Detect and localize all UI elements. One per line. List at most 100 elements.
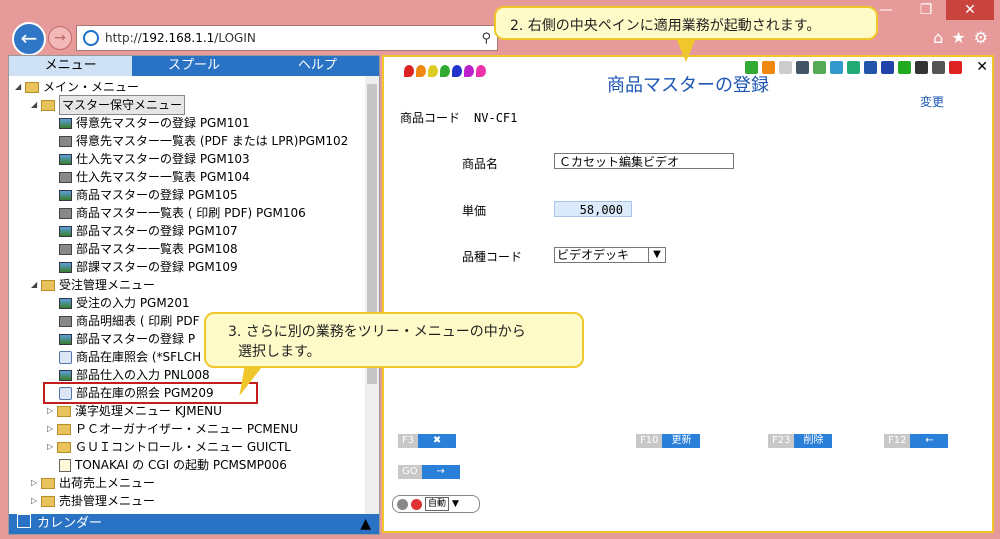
product-code: 商品コード NV-CF1 bbox=[400, 109, 517, 126]
address-bar[interactable]: http://192.168.1.1/LOGIN ⚲ bbox=[76, 25, 498, 51]
search-icon[interactable]: ⚲ bbox=[481, 31, 491, 46]
tree-item[interactable]: 部品マスターの登録 PGM107 bbox=[59, 222, 238, 240]
favorites-icon[interactable]: ★ bbox=[951, 28, 965, 47]
chevron-down-icon[interactable]: ▼ bbox=[452, 499, 459, 509]
tab-spool[interactable]: スプール bbox=[132, 56, 255, 76]
tree-item[interactable]: ▷ ＧＵＩコントロール・メニュー GUICTL bbox=[47, 438, 291, 456]
expand-up-icon[interactable]: ▲ bbox=[360, 514, 371, 534]
tree-item[interactable]: 商品明細表 ( 印刷 PDF bbox=[59, 312, 200, 330]
scrollbar[interactable] bbox=[365, 76, 379, 514]
browser-toolbar-icons: ⌂ ★ ⚙ bbox=[933, 28, 988, 47]
program-icon bbox=[59, 189, 72, 201]
minus-circle-icon[interactable] bbox=[397, 498, 408, 510]
address-prefix: http:// bbox=[105, 31, 142, 45]
auto-control: 自動 ▼ bbox=[392, 495, 480, 513]
f3-button[interactable]: F3 ✖ bbox=[398, 434, 457, 448]
tree-item[interactable]: TONAKAI の CGI の起動 PCMSMP006 bbox=[59, 456, 287, 474]
tab-bar: メニュー スプール ヘルプ bbox=[9, 56, 379, 76]
tree-item[interactable]: ▷ 売掛管理メニュー bbox=[31, 492, 155, 510]
program-icon bbox=[59, 261, 72, 273]
mode-label: 変更 bbox=[919, 95, 944, 109]
tab-menu[interactable]: メニュー bbox=[9, 56, 133, 76]
callout-step2-text: 2. 右側の中央ペインに適用業務が起動されます。 bbox=[510, 18, 821, 34]
expand-arrow-icon[interactable]: ▷ bbox=[47, 420, 57, 438]
folder-icon bbox=[41, 279, 55, 291]
printer-icon bbox=[59, 171, 72, 183]
tree-item[interactable]: 仕入先マスターの登録 PGM103 bbox=[59, 150, 250, 168]
back-button[interactable]: ← bbox=[12, 22, 46, 56]
tab-help[interactable]: ヘルプ bbox=[256, 56, 379, 76]
tree-item[interactable]: 受注の入力 PGM201 bbox=[59, 294, 190, 312]
tree-item[interactable]: 得意先マスターの登録 PGM101 bbox=[59, 114, 250, 132]
expand-arrow-icon[interactable]: ▷ bbox=[47, 438, 57, 456]
callout-step3-line1: 3. さらに別の業務をツリー・メニューの中から bbox=[228, 324, 526, 340]
address-host: 192.168.1.1 bbox=[141, 31, 215, 45]
expand-arrow-icon[interactable]: ▷ bbox=[47, 402, 57, 420]
folder-icon bbox=[57, 405, 71, 417]
printer-icon bbox=[59, 135, 72, 147]
tree-item[interactable]: 部課マスターの登録 PGM109 bbox=[59, 258, 238, 276]
auto-select[interactable]: 自動 bbox=[425, 497, 450, 511]
ie-icon bbox=[83, 30, 99, 46]
tree-item[interactable]: ◢ メイン・メニュー bbox=[15, 78, 139, 96]
left-pane: メニュー スプール ヘルプ ◢ メイン・メニュー ◢ マスター保守メニュー 得意先マ… bbox=[8, 55, 380, 535]
f23-button[interactable]: F23 削除 bbox=[768, 434, 833, 448]
query-icon bbox=[59, 350, 72, 364]
chevron-down-icon[interactable]: ▼ bbox=[648, 248, 665, 262]
tree-item[interactable]: ▷ 出荷売上メニュー bbox=[31, 474, 155, 492]
tree-item[interactable]: 部品マスター一覧表 PGM108 bbox=[59, 240, 238, 258]
collapse-arrow-icon[interactable]: ◢ bbox=[15, 78, 25, 96]
tree-item[interactable]: ◢ マスター保守メニュー bbox=[31, 95, 186, 115]
restore-button[interactable]: ❐ bbox=[906, 0, 946, 20]
name-label: 商品名 bbox=[462, 157, 499, 171]
program-icon bbox=[59, 333, 72, 345]
tree-item[interactable]: 商品マスターの登録 PGM105 bbox=[59, 186, 238, 204]
f10-button[interactable]: F10 更新 bbox=[636, 434, 701, 448]
expand-arrow-icon[interactable]: ▷ bbox=[31, 492, 41, 510]
product-code-label: 商品コード bbox=[400, 111, 461, 125]
expand-arrow-icon[interactable]: ▷ bbox=[31, 474, 41, 492]
home-icon[interactable]: ⌂ bbox=[933, 28, 943, 47]
callout-step3: 3. さらに別の業務をツリー・メニューの中から 選択します。 bbox=[204, 312, 584, 396]
tree-item[interactable]: ◢ 受注管理メニュー bbox=[31, 276, 155, 294]
tree-item[interactable]: ▷ 漢字処理メニュー KJMENU bbox=[47, 402, 222, 420]
callout-step2: 2. 右側の中央ペインに適用業務が起動されます。 bbox=[494, 6, 878, 62]
close-x-icon: ✖ bbox=[418, 434, 457, 448]
kind-code-select[interactable]: ビデオデッキ ▼ bbox=[554, 247, 666, 263]
tree-item[interactable]: ▷ ＰＣオーガナイザー・メニュー PCMENU bbox=[47, 420, 298, 438]
product-name-field[interactable]: Ｃカセット編集ビデオ bbox=[554, 153, 734, 169]
folder-icon bbox=[57, 423, 71, 435]
kind-code-value: ビデオデッキ bbox=[557, 248, 630, 262]
calendar-bar[interactable]: カレンダー ▲ bbox=[9, 514, 379, 534]
tree-item[interactable]: 得意先マスター一覧表 (PDF または LPR)PGM102 bbox=[59, 132, 348, 150]
product-code-value: NV-CF1 bbox=[474, 111, 518, 125]
address-path: /LOGIN bbox=[214, 31, 256, 45]
folder-icon bbox=[25, 81, 39, 93]
gear-icon[interactable]: ⚙ bbox=[974, 28, 988, 47]
forward-button[interactable]: → bbox=[48, 26, 72, 50]
selection-highlight bbox=[43, 382, 258, 404]
kind-code-label: 品種コード bbox=[462, 250, 523, 264]
back-arrow-icon: ← bbox=[910, 434, 949, 448]
tree-item[interactable]: 商品マスター一覧表 ( 印刷 PDF) PGM106 bbox=[59, 204, 306, 222]
printer-icon bbox=[59, 207, 72, 219]
application-pane: ✕ 商品マスターの登録 変更 商品コード NV-CF1 商品名 Ｃカセット編集ビデ… bbox=[382, 55, 994, 533]
tree-item[interactable]: 部品マスターの登録 P bbox=[59, 330, 195, 348]
program-icon bbox=[59, 117, 72, 129]
plus-circle-icon[interactable] bbox=[411, 498, 422, 510]
page-title: 商品マスターの登録 bbox=[607, 75, 769, 96]
f12-button[interactable]: F12 ← bbox=[884, 434, 949, 448]
printer-icon bbox=[59, 243, 72, 255]
calendar-icon bbox=[17, 514, 31, 528]
price-field[interactable]: 58,000 bbox=[554, 201, 632, 217]
collapse-arrow-icon[interactable]: ◢ bbox=[31, 276, 41, 294]
tree-item[interactable]: 商品在庫照会 (*SFLCH bbox=[59, 348, 201, 366]
printer-icon bbox=[59, 315, 72, 327]
program-icon bbox=[59, 369, 72, 381]
folder-icon bbox=[41, 99, 55, 111]
tree-menu: ◢ メイン・メニュー ◢ マスター保守メニュー 得意先マスターの登録 PGM101 … bbox=[9, 76, 365, 514]
tree-item[interactable]: 仕入先マスター一覧表 PGM104 bbox=[59, 168, 250, 186]
go-button[interactable]: GO → bbox=[398, 465, 460, 479]
collapse-arrow-icon[interactable]: ◢ bbox=[31, 96, 41, 114]
close-window-button[interactable]: ✕ bbox=[946, 0, 994, 20]
